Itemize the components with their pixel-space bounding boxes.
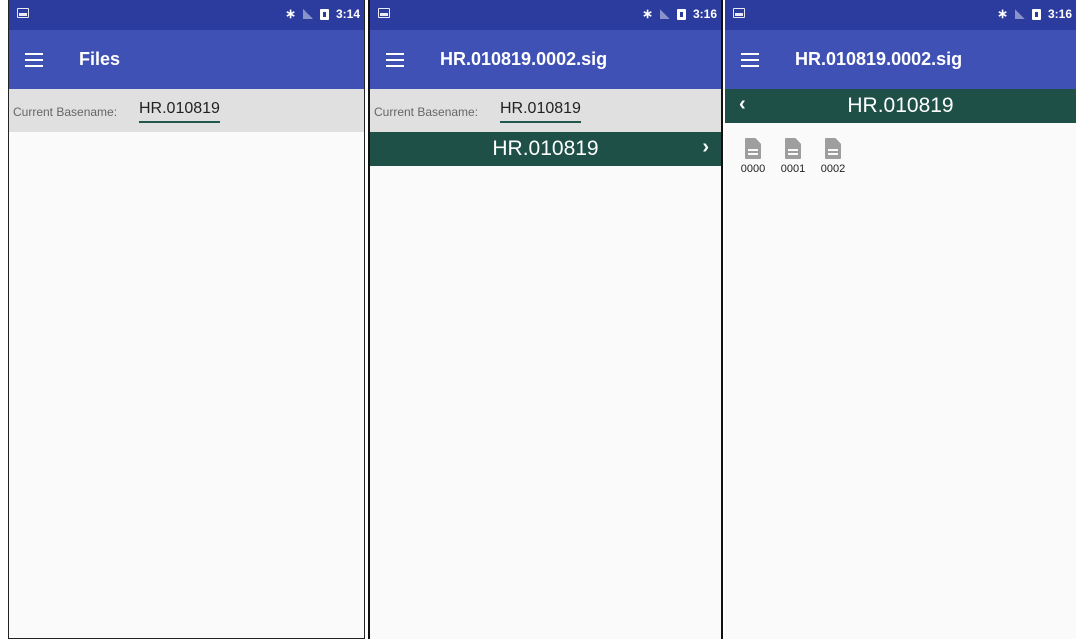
menu-icon[interactable] [386,53,404,67]
status-icons: ∗ 3:16 [997,6,1072,22]
file-label: 0001 [780,163,806,175]
basename-bar: Current Basename: HR.010819 [9,89,364,132]
phone-screen-files: ∗ 3:14 Files Current Basename: HR.010819 [8,0,365,639]
no-signal-icon [302,9,313,19]
status-icons: ∗ 3:14 [285,6,360,22]
app-bar-title: HR.010819.0002.sig [440,49,608,69]
status-bar: ∗ 3:14 [9,0,364,30]
status-bar: ∗ 3:16 [725,0,1076,30]
bluetooth-icon: ∗ [997,6,1008,21]
battery-icon [676,8,686,20]
app-bar: Files [9,30,364,89]
folder-name: HR.010819 [847,94,954,117]
image-notification-icon [17,8,29,18]
image-notification-icon [733,8,745,18]
app-bar: HR.010819.0002.sig [725,30,1076,89]
status-icons: ∗ 3:16 [642,6,717,22]
status-time: 3:14 [335,7,360,21]
folder-name: HR.010819 [492,137,599,160]
file-icon [785,138,801,159]
basename-label: Current Basename: [374,105,479,119]
basename-bar: Current Basename: HR.010819 [370,89,721,132]
status-bar: ∗ 3:16 [370,0,721,30]
app-bar: HR.010819.0002.sig [370,30,721,89]
file-item[interactable]: 0000 [737,138,769,175]
file-icon [745,138,761,159]
chevron-left-icon[interactable]: ‹ [739,89,746,119]
screenshot-collage: ∗ 3:14 Files Current Basename: HR.010819… [0,0,1076,639]
folder-row[interactable]: HR.010819 › [370,132,721,166]
chevron-right-icon[interactable]: › [702,132,709,162]
basename-label: Current Basename: [13,105,118,119]
file-item[interactable]: 0001 [777,138,809,175]
folder-header: ‹ HR.010819 [725,89,1076,123]
file-label: 0002 [820,163,846,175]
menu-icon[interactable] [25,53,43,67]
no-signal-icon [1014,9,1025,19]
file-grid: 0000 0001 0002 [725,123,1076,175]
basename-input[interactable]: HR.010819 [500,100,581,123]
no-signal-icon [659,9,670,19]
bluetooth-icon: ∗ [285,6,296,21]
battery-icon [319,8,329,20]
file-label: 0000 [740,163,766,175]
bluetooth-icon: ∗ [642,6,653,21]
file-item[interactable]: 0002 [817,138,849,175]
image-notification-icon [378,8,390,18]
status-time: 3:16 [1047,7,1072,21]
app-bar-title: HR.010819.0002.sig [795,49,963,69]
phone-screen-folder-list: ∗ 3:16 HR.010819.0002.sig Current Basena… [368,0,723,639]
app-bar-title: Files [79,49,121,69]
phone-screen-folder-contents: ∗ 3:16 HR.010819.0002.sig ‹ HR.010819 00… [725,0,1076,639]
status-time: 3:16 [692,7,717,21]
battery-icon [1031,8,1041,20]
file-icon [825,138,841,159]
menu-icon[interactable] [741,53,759,67]
basename-input[interactable]: HR.010819 [139,100,220,123]
